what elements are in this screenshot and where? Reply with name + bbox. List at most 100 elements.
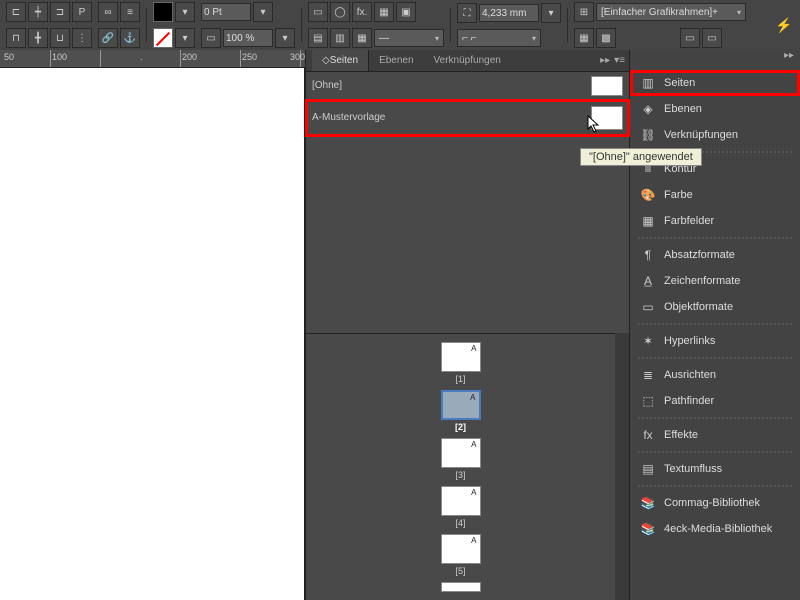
panel-item-farbfelder[interactable]: ▦ Farbfelder <box>630 208 800 234</box>
corner-dropdown[interactable]: ⌐ ⌐▾ <box>457 29 541 47</box>
stroke-weight-input[interactable]: 0 Pt <box>201 3 251 21</box>
pages-icon: ▥ <box>640 75 656 91</box>
panel-item-farbe[interactable]: 🎨Farbe <box>630 182 800 208</box>
panel-item-label: Zeichenformate <box>664 275 740 287</box>
page-thumbnail[interactable]: A[4] <box>441 486 481 528</box>
text-align-icon[interactable]: ≡ <box>120 2 140 22</box>
tab-pages[interactable]: ◇ Seiten <box>312 50 369 71</box>
panel-item-pathfinder[interactable]: ⬚Pathfinder <box>630 388 800 414</box>
grid-a-icon[interactable]: ▦ <box>574 28 594 48</box>
distribute-icon[interactable]: ⋮ <box>72 28 92 48</box>
page-number-label: [3] <box>455 470 465 480</box>
fx-icon: fx <box>640 427 656 443</box>
panel-menu-icon[interactable]: ▾≡ <box>614 55 625 66</box>
ellipse-frame-icon[interactable]: ◯ <box>330 2 350 22</box>
master-thumb <box>591 106 623 130</box>
wrap-none-icon[interactable]: ▦ <box>374 2 394 22</box>
object-style-dropdown[interactable]: [Einfacher Grafikrahmen]+▾ <box>596 3 746 21</box>
grid-b-icon[interactable]: ▩ <box>596 28 616 48</box>
wrap-icon: ▤ <box>640 461 656 477</box>
wrap-around-icon[interactable]: ▣ <box>396 2 416 22</box>
align-top-icon[interactable]: ⊓ <box>6 28 26 48</box>
fx-button[interactable]: fx. <box>352 2 372 22</box>
fill-swatch[interactable] <box>153 2 173 22</box>
anchor2-icon[interactable]: ⚓ <box>120 28 140 48</box>
panel-item-ausrichten[interactable]: ≣Ausrichten <box>630 362 800 388</box>
panel-item-ebenen[interactable]: ◈Ebenen <box>630 96 800 122</box>
document-area: 50 100 . 200 250 300 <box>0 50 305 600</box>
master-label: A-Mustervorlage <box>312 112 385 123</box>
collapse-icon[interactable]: ▸▸ <box>600 55 610 66</box>
page-master-marker: A <box>470 393 475 402</box>
link-icon[interactable]: 🔗 <box>98 28 118 48</box>
panel-item-label: Ausrichten <box>664 369 716 381</box>
scrollbar[interactable] <box>615 333 629 600</box>
horizontal-ruler[interactable]: 50 100 . 200 250 300 <box>0 50 305 68</box>
panel-item-label: Verknüpfungen <box>664 129 738 141</box>
wrap-jump-icon[interactable]: ▤ <box>308 28 328 48</box>
ruler-tick-label: 200 <box>182 52 197 62</box>
frame-fitting-icon[interactable]: ⊞ <box>574 2 594 22</box>
page-thumbnail[interactable]: A[5] <box>441 534 481 576</box>
panel-item-4eck-media-bibliothek[interactable]: 📚4eck-Media-Bibliothek <box>630 516 800 542</box>
panel-item-hyperlinks[interactable]: ✶ Hyperlinks <box>630 328 800 354</box>
master-label: [Ohne] <box>312 80 342 91</box>
align-middle-v-icon[interactable]: ╋ <box>28 28 48 48</box>
page-thumbnail[interactable]: A[1] <box>441 342 481 384</box>
panel-item-seiten[interactable]: ▥Seiten <box>630 70 800 96</box>
panel-item-zeichenformate[interactable]: A̲Zeichenformate <box>630 268 800 294</box>
panel-item-label: Effekte <box>664 429 698 441</box>
panel-item-label: Absatzformate <box>664 249 735 261</box>
zoom-chev-icon[interactable]: ▾ <box>275 28 295 48</box>
align-left-icon[interactable]: ⊏ <box>6 2 26 22</box>
panel-item-commag-bibliothek[interactable]: 📚Commag-Bibliothek <box>630 490 800 516</box>
panel-item-label: Farbfelder <box>664 215 714 227</box>
stroke-swatch[interactable] <box>153 28 173 48</box>
panel-item-label: Objektformate <box>664 301 733 313</box>
strip-menu-icon[interactable]: ▸▸ <box>784 50 794 61</box>
panel-tab-bar: ◇ Seiten Ebenen Verknüpfungen ▸▸ ▾≡ <box>306 50 629 72</box>
measure-input[interactable]: 4,233 mm <box>479 4 539 22</box>
zoom-input[interactable]: 100 % <box>223 29 273 47</box>
page-number-label: [2] <box>455 422 466 432</box>
align-center-h-icon[interactable]: ┿ <box>28 2 48 22</box>
panel-item-verknüpfungen[interactable]: ⛓Verknüpfungen <box>630 122 800 148</box>
control-bar: ⊏ ┿ ⊐ P ⊓ ╋ ⊔ ⋮ ∞ ≡ 🔗 ⚓ ▾ ▾ <box>0 0 800 50</box>
tab-layers[interactable]: Ebenen <box>369 50 423 71</box>
swatch-chev-icon[interactable]: ▾ <box>175 2 195 22</box>
cap-style-dropdown[interactable]: —▾ <box>374 29 444 47</box>
page-master-marker: A <box>471 536 476 545</box>
opt-b-icon[interactable]: ▭ <box>702 28 722 48</box>
master-item-a[interactable]: A-Mustervorlage <box>306 100 629 136</box>
stepper-icon[interactable]: ▾ <box>253 2 273 22</box>
anchor-icon[interactable]: P <box>72 2 92 22</box>
swatches-icon: ▦ <box>640 213 656 229</box>
chain-icon[interactable]: ∞ <box>98 2 118 22</box>
ruler-tick-label: 50 <box>4 52 14 62</box>
panel-item-absatzformate[interactable]: ¶Absatzformate <box>630 242 800 268</box>
quick-apply-icon[interactable]: ⚡ <box>772 17 796 34</box>
crop-icon[interactable]: ⛶ <box>457 3 477 23</box>
wrap-skip-icon[interactable]: ▥ <box>330 28 350 48</box>
swatch-chev2-icon[interactable]: ▾ <box>175 28 195 48</box>
align-right-icon[interactable]: ⊐ <box>50 2 70 22</box>
measure-chev-icon[interactable]: ▾ <box>541 3 561 23</box>
master-thumb <box>591 76 623 96</box>
container-icon[interactable]: ▭ <box>201 28 221 48</box>
page-thumbnail[interactable]: A [2] <box>441 390 481 432</box>
rect-frame-icon[interactable]: ▭ <box>308 2 328 22</box>
master-item-none[interactable]: [Ohne] <box>306 72 629 100</box>
hyper-icon: ✶ <box>640 333 656 349</box>
master-pages-list: [Ohne] A-Mustervorlage <box>306 72 629 136</box>
tab-links[interactable]: Verknüpfungen <box>424 50 511 71</box>
panel-item-label: Hyperlinks <box>664 335 715 347</box>
panel-item-objektformate[interactable]: ▭Objektformate <box>630 294 800 320</box>
panel-item-label: Farbe <box>664 189 693 201</box>
wrap-col-icon[interactable]: ▦ <box>352 28 372 48</box>
page-canvas[interactable] <box>0 68 305 600</box>
panel-item-effekte[interactable]: fx Effekte <box>630 422 800 448</box>
panel-item-textumfluss[interactable]: ▤Textumfluss <box>630 456 800 482</box>
align-bottom-icon[interactable]: ⊔ <box>50 28 70 48</box>
page-thumbnail[interactable]: A[3] <box>441 438 481 480</box>
opt-a-icon[interactable]: ▭ <box>680 28 700 48</box>
